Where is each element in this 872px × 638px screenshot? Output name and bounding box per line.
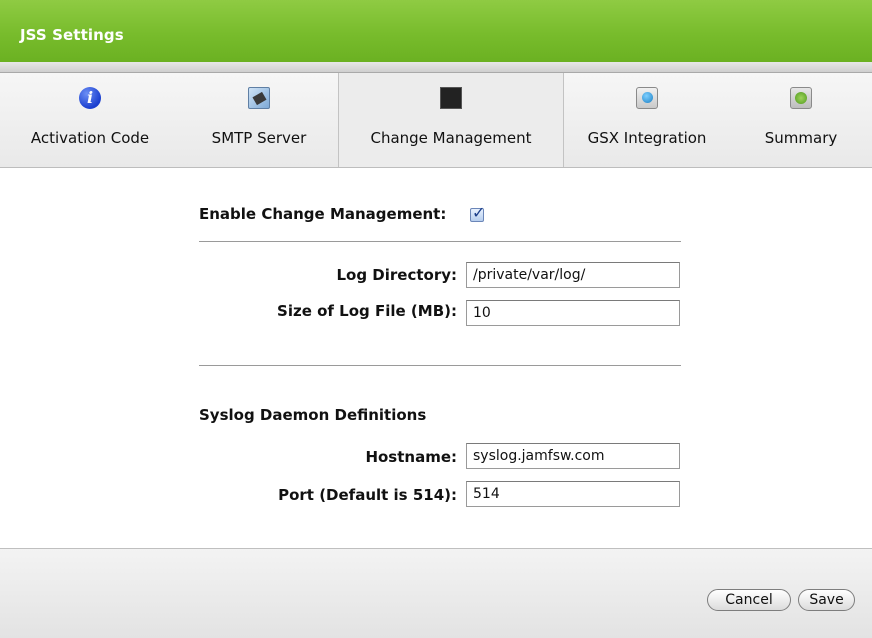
window-title: JSS Settings [20, 26, 124, 44]
log-directory-label: Log Directory: [336, 266, 457, 284]
syslog-section-heading: Syslog Daemon Definitions [199, 406, 427, 424]
enable-change-management-checkbox[interactable]: ✓ [470, 203, 485, 222]
cancel-button[interactable]: Cancel [707, 589, 791, 611]
port-input[interactable]: 514 [466, 481, 680, 507]
summary-icon [790, 87, 812, 109]
tab-summary[interactable]: Summary [730, 73, 872, 167]
tab-label: Summary [764, 129, 838, 147]
tab-label: GSX Integration [587, 129, 707, 147]
tab-label: SMTP Server [211, 129, 307, 147]
dialog-footer: Cancel Save [0, 548, 872, 638]
tab-activation-code[interactable]: i Activation Code [0, 73, 180, 167]
save-button[interactable]: Save [798, 589, 855, 611]
smtp-server-icon [248, 87, 270, 109]
log-file-size-input[interactable]: 10 [466, 300, 680, 326]
hostname-input[interactable]: syslog.jamfsw.com [466, 443, 680, 469]
info-icon: i [79, 87, 101, 109]
tab-smtp-server[interactable]: SMTP Server [180, 73, 338, 167]
tab-gsx-integration[interactable]: GSX Integration [564, 73, 730, 167]
toolbar-divider [0, 62, 872, 73]
log-directory-input[interactable]: /private/var/log/ [466, 262, 680, 288]
settings-tab-bar: i Activation Code SMTP Server Change Man… [0, 73, 872, 168]
tab-label: Change Management [370, 129, 532, 147]
tab-change-management[interactable]: Change Management [338, 73, 564, 167]
hostname-label: Hostname: [365, 448, 457, 466]
section-divider [199, 365, 681, 367]
tab-label: Activation Code [30, 129, 150, 147]
title-bar: JSS Settings [0, 0, 872, 62]
section-divider [199, 241, 681, 243]
enable-change-management-label: Enable Change Management: [199, 205, 447, 223]
port-label: Port (Default is 514): [278, 486, 457, 504]
checkmark-icon: ✓ [472, 203, 486, 222]
change-management-panel: Enable Change Management: ✓ Log Director… [0, 168, 872, 548]
console-log-icon [440, 87, 462, 109]
log-file-size-label: Size of Log File (MB): [277, 302, 457, 320]
gsx-icon [636, 87, 658, 109]
